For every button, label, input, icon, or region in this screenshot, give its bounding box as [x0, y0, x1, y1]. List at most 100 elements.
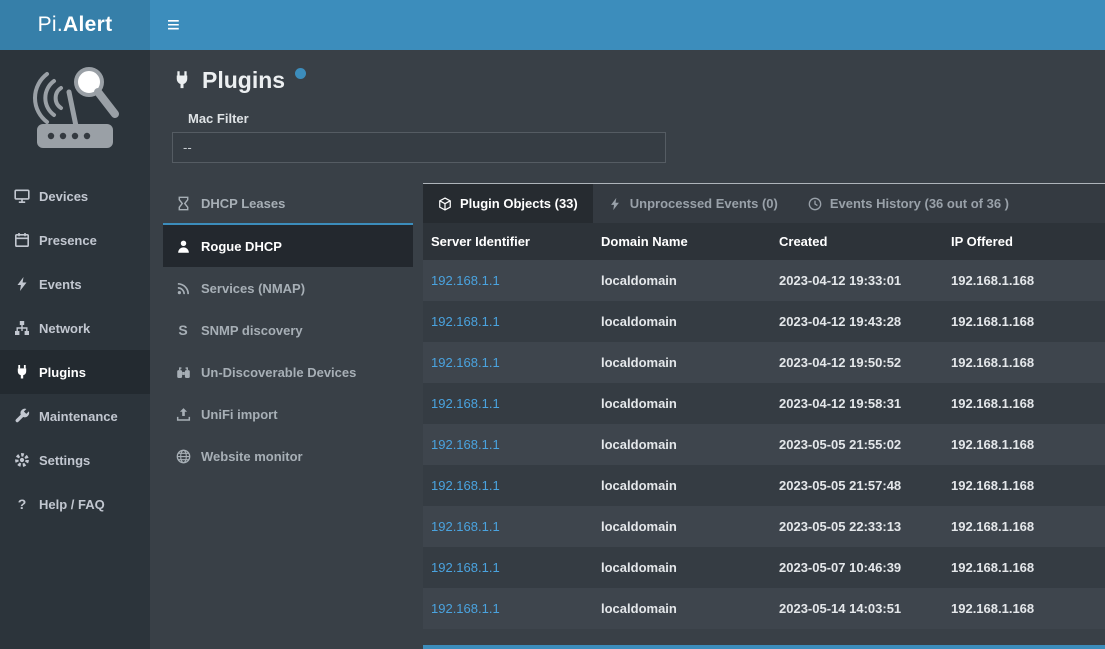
- tab-label: Plugin Objects (33): [460, 196, 578, 211]
- table-row: 192.168.1.1 localdomain 2023-04-12 19:50…: [423, 342, 1105, 383]
- column-header-server-identifier[interactable]: Server Identifier: [423, 223, 593, 260]
- created-cell: 2023-05-14 14:03:51: [771, 588, 943, 629]
- plugin-item-snmp-discovery[interactable]: S SNMP discovery: [163, 309, 413, 351]
- table-row: 192.168.1.1 localdomain 2023-04-12 19:43…: [423, 301, 1105, 342]
- sidebar-item-label: Network: [39, 321, 90, 336]
- plugin-item-unifi-import[interactable]: UniFi import: [163, 393, 413, 435]
- sidebar-item-devices[interactable]: Devices: [0, 174, 150, 218]
- hamburger-icon[interactable]: ≡: [167, 14, 180, 36]
- sidebar: Devices Presence Events Network Plugins: [0, 50, 150, 649]
- tab-label: Unprocessed Events (0): [630, 196, 778, 211]
- server-identifier-link[interactable]: 192.168.1.1: [423, 506, 593, 547]
- domain-name-cell: localdomain: [593, 588, 771, 629]
- column-header-domain-name[interactable]: Domain Name: [593, 223, 771, 260]
- sidebar-item-label: Maintenance: [39, 409, 118, 424]
- sidebar-item-help[interactable]: ? Help / FAQ: [0, 482, 150, 526]
- globe-icon: [175, 448, 191, 464]
- plugins-icon: [14, 364, 30, 380]
- mac-filter-input[interactable]: [172, 132, 666, 163]
- created-cell: 2023-05-07 10:46:39: [771, 547, 943, 588]
- plugin-item-label: Services (NMAP): [201, 281, 305, 296]
- devices-icon: [14, 188, 30, 204]
- created-cell: 2023-04-12 19:33:01: [771, 260, 943, 301]
- server-identifier-link[interactable]: 192.168.1.1: [423, 465, 593, 506]
- plugin-item-dhcp-leases[interactable]: DHCP Leases: [163, 183, 413, 225]
- table-row: 192.168.1.1 localdomain 2023-05-05 21:57…: [423, 465, 1105, 506]
- sidebar-item-presence[interactable]: Presence: [0, 218, 150, 262]
- server-identifier-link[interactable]: 192.168.1.1: [423, 547, 593, 588]
- server-identifier-link[interactable]: 192.168.1.1: [423, 424, 593, 465]
- plugin-nav: DHCP Leases Rogue DHCP Services (NMAP) S: [163, 183, 413, 649]
- created-cell: 2023-04-12 19:58:31: [771, 383, 943, 424]
- sidebar-item-label: Help / FAQ: [39, 497, 105, 512]
- binoculars-icon: [175, 364, 191, 380]
- column-header-created[interactable]: Created: [771, 223, 943, 260]
- help-icon: ?: [14, 496, 30, 512]
- plugin-item-label: Rogue DHCP: [201, 239, 282, 254]
- server-identifier-link[interactable]: 192.168.1.1: [423, 301, 593, 342]
- ip-offered-cell: 192.168.1.168: [943, 383, 1105, 424]
- server-identifier-link[interactable]: 192.168.1.1: [423, 383, 593, 424]
- server-identifier-link[interactable]: 192.168.1.1: [423, 342, 593, 383]
- sidebar-item-settings[interactable]: Settings: [0, 438, 150, 482]
- ip-offered-cell: 192.168.1.168: [943, 547, 1105, 588]
- app-window: Pi.Alert ≡: [0, 0, 1105, 649]
- plugin-item-website-monitor[interactable]: Website monitor: [163, 435, 413, 477]
- created-cell: 2023-04-12 19:43:28: [771, 301, 943, 342]
- brand-prefix: Pi.: [38, 13, 63, 37]
- sidebar-item-plugins[interactable]: Plugins: [0, 350, 150, 394]
- events-icon: [14, 276, 30, 292]
- tab-events-history[interactable]: Events History (36 out of 36 ): [793, 184, 1024, 223]
- bolt-icon: [608, 197, 622, 211]
- plugin-item-label: SNMP discovery: [201, 323, 303, 338]
- router-magnifier-logo-icon: [23, 66, 127, 156]
- plug-icon: [172, 70, 192, 95]
- sidebar-item-events[interactable]: Events: [0, 262, 150, 306]
- plugin-objects-table-wrap: Server Identifier Domain Name Created IP…: [423, 223, 1105, 645]
- sidebar-item-label: Presence: [39, 233, 97, 248]
- content-row: DHCP Leases Rogue DHCP Services (NMAP) S: [150, 183, 1105, 649]
- mac-filter-label: Mac Filter: [188, 111, 1105, 126]
- sidebar-item-label: Settings: [39, 453, 90, 468]
- settings-icon: [14, 452, 30, 468]
- plugin-item-services-nmap[interactable]: Services (NMAP): [163, 267, 413, 309]
- tab-label: Events History (36 out of 36 ): [830, 196, 1009, 211]
- created-cell: 2023-04-12 19:50:52: [771, 342, 943, 383]
- sidebar-item-label: Devices: [39, 189, 88, 204]
- server-identifier-link[interactable]: 192.168.1.1: [423, 588, 593, 629]
- tab-bar: Plugin Objects (33) Unprocessed Events (…: [423, 183, 1105, 223]
- domain-name-cell: localdomain: [593, 465, 771, 506]
- domain-name-cell: localdomain: [593, 547, 771, 588]
- plugin-objects-table: Server Identifier Domain Name Created IP…: [423, 223, 1105, 629]
- server-identifier-link[interactable]: 192.168.1.1: [423, 260, 593, 301]
- sidebar-item-label: Events: [39, 277, 82, 292]
- plugin-item-rogue-dhcp[interactable]: Rogue DHCP: [163, 225, 413, 267]
- cube-icon: [438, 197, 452, 211]
- ip-offered-cell: 192.168.1.168: [943, 260, 1105, 301]
- brand-bold: Alert: [63, 13, 112, 37]
- column-header-ip-offered[interactable]: IP Offered: [943, 223, 1105, 260]
- table-header-row: Server Identifier Domain Name Created IP…: [423, 223, 1105, 260]
- sidebar-item-label: Plugins: [39, 365, 86, 380]
- created-cell: 2023-05-05 21:57:48: [771, 465, 943, 506]
- info-badge-icon: [295, 68, 306, 79]
- network-icon: [14, 320, 30, 336]
- table-row: 192.168.1.1 localdomain 2023-04-12 19:58…: [423, 383, 1105, 424]
- table-row: 192.168.1.1 localdomain 2023-05-14 14:03…: [423, 588, 1105, 629]
- sidebar-item-network[interactable]: Network: [0, 306, 150, 350]
- domain-name-cell: localdomain: [593, 342, 771, 383]
- plugin-detail-card: Plugin Objects (33) Unprocessed Events (…: [423, 183, 1105, 649]
- tab-plugin-objects[interactable]: Plugin Objects (33): [423, 184, 593, 223]
- plugin-item-undiscoverable-devices[interactable]: Un-Discoverable Devices: [163, 351, 413, 393]
- domain-name-cell: localdomain: [593, 383, 771, 424]
- maintenance-icon: [14, 408, 30, 424]
- presence-icon: [14, 232, 30, 248]
- hourglass-icon: [175, 195, 191, 211]
- brand-logo[interactable]: Pi.Alert: [0, 0, 150, 50]
- plugin-item-label: UniFi import: [201, 407, 278, 422]
- upload-icon: [175, 406, 191, 422]
- sidebar-item-maintenance[interactable]: Maintenance: [0, 394, 150, 438]
- table-row: 192.168.1.1 localdomain 2023-04-12 19:33…: [423, 260, 1105, 301]
- tab-unprocessed-events[interactable]: Unprocessed Events (0): [593, 184, 793, 223]
- clock-icon: [808, 197, 822, 211]
